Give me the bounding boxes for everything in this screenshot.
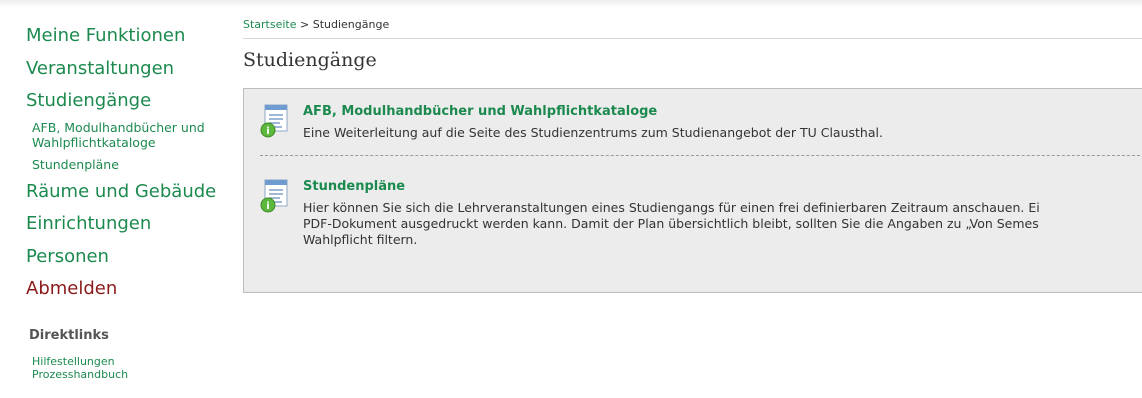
entry-description: Hier können Sie sich die Lehrveranstaltu… [303, 200, 1040, 247]
direct-link-hilfestellungen[interactable]: Hilfestellungen [32, 355, 236, 368]
entry-title-link[interactable]: Stundenpläne [303, 179, 1142, 195]
sidebar-item-veranstaltungen[interactable]: Veranstaltungen [26, 53, 236, 86]
breadcrumb-home-link[interactable]: Startseite [243, 18, 297, 31]
entry-title-link[interactable]: AFB, Modulhandbücher und Wahlpflichtkata… [303, 104, 1142, 120]
breadcrumb-current: Studiengänge [312, 18, 390, 31]
sidebar-nav: Meine Funktionen Veranstaltungen Studien… [26, 20, 236, 381]
sidebar-subitem-stundenplaene[interactable]: Stundenpläne [32, 157, 236, 172]
direct-link-prozesshandbuch[interactable]: Prozesshandbuch [32, 368, 236, 381]
direct-links-list: Hilfestellungen Prozesshandbuch [26, 355, 236, 381]
logout-link[interactable]: Abmelden [26, 273, 236, 306]
breadcrumb-separator: > [296, 18, 313, 31]
document-info-icon: i [260, 104, 288, 138]
sidebar-item-meine-funktionen[interactable]: Meine Funktionen [26, 20, 236, 53]
sidebar-subitem-afb[interactable]: AFB, Modulhandbücher und Wahlpflichtkata… [32, 120, 236, 150]
sidebar-item-raeume-und-gebaeude[interactable]: Räume und Gebäude [26, 176, 236, 209]
study-programs-box: i AFB, Modulhandbücher und Wahlpflichtka… [243, 88, 1142, 293]
page-title: Studiengänge [243, 49, 377, 71]
list-item-text: AFB, Modulhandbücher und Wahlpflichtkata… [303, 104, 1142, 141]
sidebar-item-personen[interactable]: Personen [26, 241, 236, 274]
divider [260, 155, 1142, 156]
page: Meine Funktionen Veranstaltungen Studien… [0, 0, 1142, 398]
list-item-text: Stundenpläne Hier können Sie sich die Le… [303, 179, 1142, 248]
entry-description: Eine Weiterleitung auf die Seite des Stu… [303, 125, 883, 140]
document-info-icon: i [260, 179, 288, 213]
svg-text:i: i [266, 126, 269, 137]
top-shade [0, 0, 1142, 8]
direct-links-heading: Direktlinks [29, 327, 109, 343]
breadcrumb: Startseite > Studiengänge [243, 18, 1142, 39]
sidebar-item-studiengaenge[interactable]: Studiengänge [26, 85, 236, 118]
svg-text:i: i [266, 201, 269, 212]
main-content: Startseite > Studiengänge Studiengänge i… [243, 18, 1142, 293]
sidebar-item-einrichtungen[interactable]: Einrichtungen [26, 208, 236, 241]
